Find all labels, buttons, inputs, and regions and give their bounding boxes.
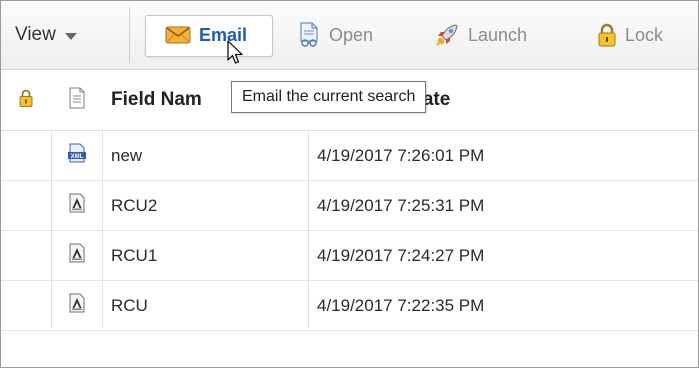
field-name-cell: new — [103, 131, 308, 180]
padlock-icon — [19, 89, 33, 112]
field-name-cell: RCU2 — [103, 181, 308, 230]
date-text: 4/19/2017 7:25:31 PM — [317, 196, 485, 215]
date-text: 4/19/2017 7:22:35 PM — [317, 296, 485, 315]
date-cell: 4/19/2017 7:22:35 PM — [309, 281, 698, 330]
type-column-header[interactable] — [52, 70, 102, 130]
open-button-label: Open — [329, 24, 374, 45]
field-name-cell: RCU1 — [103, 231, 308, 280]
field-name-text: RCU — [111, 296, 148, 315]
lock-cell — [1, 131, 51, 180]
padlock-icon — [597, 23, 617, 47]
table-row[interactable]: RCU2 4/19/2017 7:25:31 PM — [1, 181, 698, 231]
search-results-panel: View Email Open Launch Lock Field Nam Da… — [0, 0, 699, 368]
lock-cell — [1, 181, 51, 230]
mouse-pointer-icon — [227, 40, 245, 71]
field-name-text: RCU1 — [111, 246, 158, 265]
date-text: 4/19/2017 7:26:01 PM — [317, 146, 485, 165]
view-menu-button[interactable]: View — [15, 1, 125, 69]
type-cell — [52, 231, 102, 280]
table-row[interactable]: XML new 4/19/2017 7:26:01 PM — [1, 131, 698, 181]
date-text: 4/19/2017 7:24:27 PM — [317, 246, 485, 265]
date-cell: 4/19/2017 7:25:31 PM — [309, 181, 698, 230]
type-cell — [52, 281, 102, 330]
lock-cell — [1, 231, 51, 280]
document-icon — [68, 87, 86, 114]
rocket-icon — [434, 22, 460, 48]
lock-button[interactable]: Lock — [597, 1, 663, 69]
field-name-cell: RCU — [103, 281, 308, 330]
table-row[interactable]: RCU1 4/19/2017 7:24:27 PM — [1, 231, 698, 281]
pdf-file-icon — [68, 193, 86, 218]
toolbar: View Email Open Launch Lock — [1, 1, 698, 70]
view-menu-label: View — [15, 24, 56, 45]
lock-column-header[interactable] — [1, 70, 51, 130]
chevron-down-icon — [64, 33, 77, 40]
field-name-text: new — [111, 146, 143, 165]
type-cell: XML — [52, 131, 102, 180]
envelope-icon — [165, 25, 191, 45]
svg-text:XML: XML — [71, 154, 84, 160]
type-cell — [52, 181, 102, 230]
open-document-icon — [297, 22, 321, 48]
date-cell: 4/19/2017 7:26:01 PM — [309, 131, 698, 180]
table-row[interactable]: RCU 4/19/2017 7:22:35 PM — [1, 281, 698, 331]
date-cell: 4/19/2017 7:24:27 PM — [309, 231, 698, 280]
lock-button-label: Lock — [625, 24, 664, 45]
launch-button[interactable]: Launch — [434, 1, 527, 69]
pdf-file-icon — [68, 243, 86, 268]
toolbar-divider — [129, 7, 130, 63]
launch-button-label: Launch — [468, 24, 528, 45]
pdf-file-icon — [68, 293, 86, 318]
lock-cell — [1, 281, 51, 330]
field-name-text: RCU2 — [111, 196, 158, 215]
xml-file-icon: XML — [67, 143, 87, 168]
email-tooltip: Email the current search — [231, 81, 427, 113]
open-button[interactable]: Open — [297, 1, 373, 69]
